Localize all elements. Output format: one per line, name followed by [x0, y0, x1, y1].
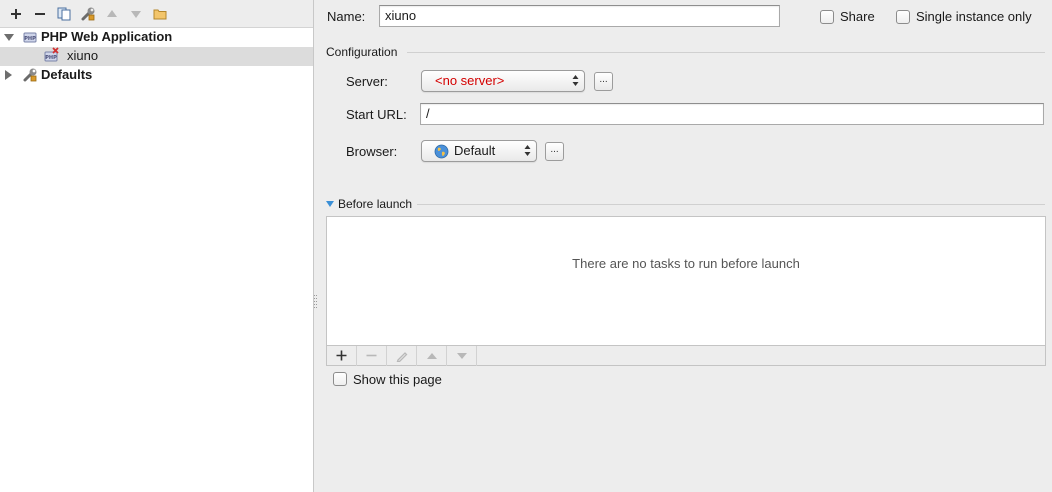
php-icon: PHP	[23, 32, 37, 43]
edit-defaults-button[interactable]	[76, 2, 100, 26]
add-task-button[interactable]	[327, 345, 357, 366]
name-label: Name:	[327, 9, 366, 24]
browser-more-button[interactable]: ...	[545, 142, 564, 161]
tree-item-label: Defaults	[41, 67, 93, 82]
run-config-tree: PHP PHP Web Application PHP xiuno Defaul…	[0, 28, 313, 85]
arrow-down-icon	[131, 10, 141, 18]
arrow-up-icon	[426, 352, 437, 359]
svg-text:PHP: PHP	[45, 55, 57, 61]
move-task-up-button[interactable]	[417, 345, 447, 366]
name-field[interactable]: xiuno	[379, 5, 780, 27]
globe-icon	[434, 144, 449, 159]
copy-icon	[57, 7, 71, 20]
server-select[interactable]: <no server>	[421, 70, 585, 92]
remove-config-button[interactable]	[28, 2, 52, 26]
single-instance-label: Single instance only	[916, 9, 1032, 24]
share-label: Share	[840, 9, 875, 24]
browser-select[interactable]: Default	[421, 140, 537, 162]
wrench-icon	[23, 68, 37, 82]
tree-item-label: PHP Web Application	[41, 29, 173, 44]
collapsed-arrow-icon[interactable]	[4, 70, 13, 80]
pencil-icon	[396, 351, 407, 362]
before-launch-empty-text: There are no tasks to run before launch	[572, 256, 800, 271]
show-this-page-checkbox[interactable]	[333, 372, 347, 386]
splitter-grip-icon[interactable]	[314, 294, 318, 310]
browser-select-value: Default	[454, 143, 496, 158]
before-launch-title: Before launch	[338, 197, 413, 211]
updown-arrows-icon	[524, 145, 531, 156]
server-more-button[interactable]: ...	[594, 72, 613, 91]
server-select-value: <no server>	[435, 73, 505, 88]
move-up-button[interactable]	[100, 2, 124, 26]
plus-icon	[11, 8, 21, 19]
edit-task-button[interactable]	[387, 345, 417, 366]
single-instance-checkbox[interactable]	[896, 10, 910, 24]
tree-toolbar	[0, 0, 313, 28]
start-url-field[interactable]: /	[420, 103, 1044, 125]
arrow-up-icon	[107, 9, 117, 17]
folder-button[interactable]	[148, 2, 172, 26]
php-error-icon: PHP	[44, 47, 59, 62]
add-config-button[interactable]	[4, 2, 28, 26]
move-down-button[interactable]	[124, 2, 148, 26]
before-launch-toggle-icon[interactable]	[326, 201, 334, 207]
tree-item-label: xiuno	[67, 48, 99, 63]
move-task-down-button[interactable]	[447, 345, 477, 366]
before-launch-toolbar	[326, 345, 1046, 366]
arrow-down-icon	[456, 352, 467, 359]
wrench-icon	[81, 7, 95, 20]
copy-config-button[interactable]	[52, 2, 76, 26]
plus-icon	[336, 350, 347, 361]
tree-item-xiuno[interactable]: PHP xiuno	[0, 47, 313, 66]
configuration-divider	[407, 52, 1045, 53]
browser-label: Browser:	[346, 144, 398, 159]
svg-text:PHP: PHP	[24, 36, 36, 42]
minus-icon	[35, 12, 45, 15]
show-this-page-label: Show this page	[353, 372, 442, 387]
updown-arrows-icon	[572, 75, 579, 86]
run-config-tree-pane: PHP PHP Web Application PHP xiuno Defaul…	[0, 0, 314, 492]
tree-item-defaults[interactable]: Defaults	[0, 66, 313, 85]
remove-task-button[interactable]	[357, 345, 387, 366]
expanded-arrow-icon[interactable]	[4, 33, 14, 42]
configuration-title: Configuration	[326, 45, 398, 59]
server-label: Server:	[346, 74, 388, 89]
tree-item-php-web-application[interactable]: PHP PHP Web Application	[0, 28, 313, 47]
minus-icon	[366, 354, 377, 357]
before-launch-task-list[interactable]: There are no tasks to run before launch	[326, 216, 1046, 346]
folder-icon	[153, 9, 167, 19]
start-url-label: Start URL:	[346, 107, 407, 122]
before-launch-divider	[417, 204, 1045, 205]
share-checkbox[interactable]	[820, 10, 834, 24]
